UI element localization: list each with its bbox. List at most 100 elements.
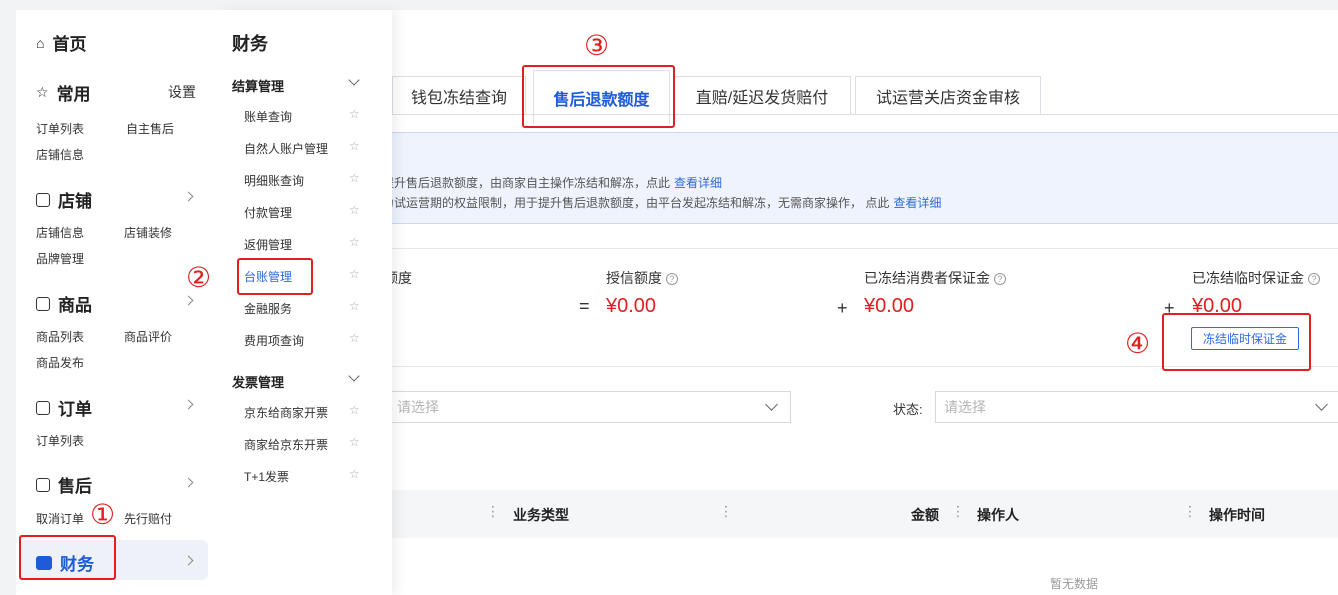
sidebar-section-store[interactable]: 店铺 — [36, 187, 92, 212]
notice-line-2-text: 金为试运营期的权益限制，用于提升售后退款额度，由平台发起冻结和解冻，无需商家操作… — [370, 196, 890, 210]
notice-line-1-text: 于提升售后退款额度，由商家自主操作冻结和解冻，点此 — [370, 176, 671, 190]
submenu-item-detail-ledger[interactable]: 明细账查询 — [244, 172, 304, 189]
column-amount: 金额 — [911, 507, 939, 523]
column-operator: 操作人 — [977, 507, 1019, 523]
temp-deposit-label: 已冻结临时保证金? — [1192, 268, 1320, 288]
sidebar-link-goods-publish[interactable]: 商品发布 — [36, 354, 84, 371]
pin-icon[interactable]: ☆ — [349, 299, 360, 313]
sidebar-link-order-list-2[interactable]: 订单列表 — [36, 432, 84, 449]
divider — [370, 248, 1338, 249]
consumer-deposit-label-text: 已冻结消费者保证金 — [864, 270, 990, 286]
sidebar-section-common[interactable]: ☆ 常用 — [36, 80, 91, 105]
sidebar-section-orders-label: 订单 — [58, 400, 92, 419]
column-operation-time: 操作时间 — [1209, 507, 1265, 523]
notice-link-2[interactable]: 查看详细 — [893, 196, 941, 210]
annotation-box-tab — [522, 65, 675, 128]
status-select[interactable]: 请选择 — [935, 391, 1338, 423]
pin-icon[interactable]: ☆ — [349, 107, 360, 121]
finance-submenu — [216, 10, 392, 595]
notice-line-1: 于提升售后退款额度，由商家自主操作冻结和解冻，点此 查看详细 — [370, 174, 722, 191]
help-icon[interactable]: ? — [666, 273, 678, 286]
submenu-title: 财务 — [232, 34, 268, 54]
annotation-number-4: ④ — [1125, 327, 1151, 360]
empty-state: 暂无数据 — [1050, 577, 1099, 591]
sidebar-section-common-label: 常用 — [56, 85, 91, 104]
sidebar-link-store-info-2[interactable]: 店铺信息 — [36, 224, 84, 241]
group-invoice[interactable]: 发票管理 — [232, 372, 284, 391]
sidebar-link-goods-list[interactable]: 商品列表 — [36, 328, 84, 345]
column-resize-icon[interactable]: ⋮ — [1183, 503, 1197, 520]
notice-link-1[interactable]: 查看详细 — [674, 176, 722, 190]
sidebar-section-orders[interactable]: 订单 — [36, 395, 92, 420]
group-settlement[interactable]: 结算管理 — [232, 76, 284, 95]
status-select-placeholder: 请选择 — [944, 399, 986, 415]
orders-icon — [36, 400, 50, 415]
column-resize-icon[interactable]: ⋮ — [719, 503, 733, 520]
column-resize-icon[interactable]: ⋮ — [951, 503, 965, 520]
annotation-box-finance — [19, 535, 116, 580]
plus-sign-1: + — [837, 298, 848, 318]
pin-icon[interactable]: ☆ — [349, 171, 360, 185]
equals-sign: = — [579, 296, 590, 316]
submenu-item-natural-person-account[interactable]: 自然人账户管理 — [244, 140, 328, 157]
sidebar-section-goods[interactable]: 商品 — [36, 291, 92, 316]
sidebar-section-store-label: 店铺 — [58, 192, 92, 211]
submenu-item-financial-services[interactable]: 金融服务 — [244, 300, 292, 317]
annotation-box-ledger — [237, 258, 313, 295]
settings-link[interactable]: 设置 — [168, 82, 196, 102]
column-business-type: 业务类型 — [513, 507, 569, 523]
tab-direct-compensation[interactable]: 直赔/延迟发货赔付 — [673, 76, 851, 114]
submenu-item-jd-invoice-to-merchant[interactable]: 京东给商家开票 — [244, 404, 328, 421]
sidebar-link-brand-management[interactable]: 品牌管理 — [36, 250, 84, 267]
sidebar-link-store-decoration[interactable]: 店铺装修 — [124, 224, 172, 241]
temp-deposit-label-text: 已冻结临时保证金 — [1192, 270, 1304, 286]
annotation-box-freeze-button — [1162, 313, 1311, 371]
sidebar-section-aftersale-label: 售后 — [58, 477, 92, 496]
credit-label: 授信额度? — [606, 268, 678, 288]
sidebar-link-store-info[interactable]: 店铺信息 — [36, 146, 84, 163]
sidebar-link-advance-compensation[interactable]: 先行赔付 — [124, 510, 172, 527]
tab-trial-closure-review[interactable]: 试运营关店资金审核 — [855, 76, 1041, 114]
pin-icon[interactable]: ☆ — [349, 467, 360, 481]
submenu-item-t1-invoice[interactable]: T+1发票 — [244, 468, 289, 485]
credit-value: ¥0.00 — [606, 295, 657, 317]
annotation-number-1: ① — [90, 498, 116, 531]
aftersale-icon — [36, 477, 50, 492]
help-icon[interactable]: ? — [1308, 273, 1320, 286]
tab-wallet-freeze[interactable]: 钱包冻结查询 — [392, 76, 526, 114]
consumer-deposit-value: ¥0.00 — [864, 295, 915, 317]
store-icon — [36, 192, 50, 207]
pin-icon[interactable]: ☆ — [349, 435, 360, 449]
submenu-item-fee-query[interactable]: 费用项查询 — [244, 332, 304, 349]
sidebar-item-home[interactable]: ⌂ 首页 — [36, 30, 86, 55]
submenu-item-rebate-management[interactable]: 返佣管理 — [244, 236, 292, 253]
chevron-down-icon — [1315, 398, 1328, 411]
chevron-down-icon — [765, 398, 778, 411]
goods-icon — [36, 296, 50, 311]
filter-select-placeholder: 请选择 — [397, 399, 439, 415]
submenu-item-bill-query[interactable]: 账单查询 — [244, 108, 292, 125]
sidebar-link-self-aftersale[interactable]: 自主售后 — [126, 120, 174, 137]
sidebar-section-goods-label: 商品 — [58, 296, 92, 315]
consumer-deposit-label: 已冻结消费者保证金? — [864, 268, 1006, 288]
sidebar-section-aftersale[interactable]: 售后 — [36, 472, 92, 497]
sidebar-link-goods-review[interactable]: 商品评价 — [124, 328, 172, 345]
submenu-item-payment-management[interactable]: 付款管理 — [244, 204, 292, 221]
annotation-number-2: ② — [186, 261, 212, 294]
pin-icon[interactable]: ☆ — [349, 331, 360, 345]
pin-icon[interactable]: ☆ — [349, 267, 360, 281]
credit-label-text: 授信额度 — [606, 270, 662, 286]
sidebar-link-cancel-order[interactable]: 取消订单 — [36, 510, 84, 527]
sidebar-link-order-list[interactable]: 订单列表 — [36, 120, 84, 137]
help-icon[interactable]: ? — [994, 273, 1006, 286]
pin-icon[interactable]: ☆ — [349, 139, 360, 153]
submenu-item-merchant-invoice-to-jd[interactable]: 商家给京东开票 — [244, 436, 328, 453]
pin-icon[interactable]: ☆ — [349, 403, 360, 417]
sidebar-item-home-label: 首页 — [52, 35, 87, 54]
status-label: 状态: — [893, 402, 923, 417]
home-icon: ⌂ — [36, 34, 45, 51]
filter-select[interactable]: 请选择 — [388, 391, 791, 423]
column-resize-icon[interactable]: ⋮ — [486, 503, 500, 520]
pin-icon[interactable]: ☆ — [349, 203, 360, 217]
pin-icon[interactable]: ☆ — [349, 235, 360, 249]
